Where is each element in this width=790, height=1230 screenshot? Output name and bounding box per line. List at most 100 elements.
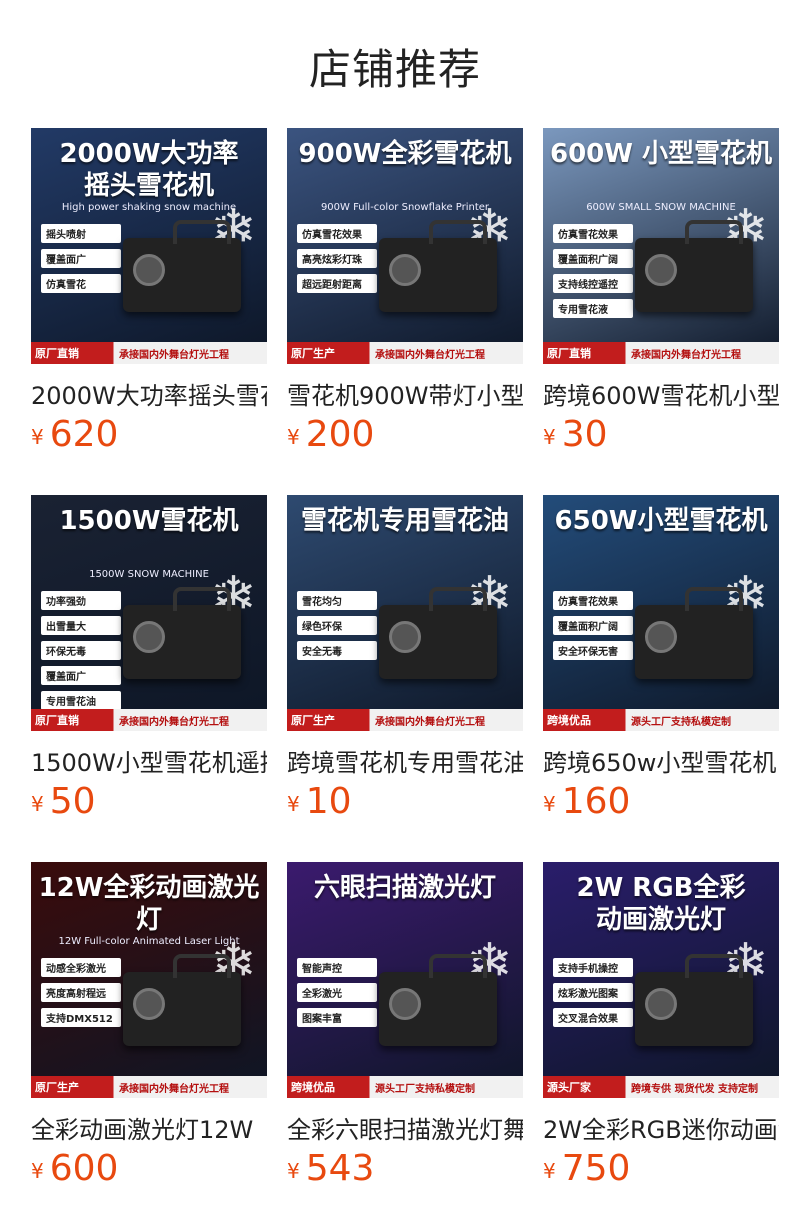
price-amount: 160 [561,781,631,822]
feature-tag: 安全无毒 [297,641,377,660]
product-price: ¥50 [31,781,267,822]
product-name[interactable]: 全彩动画激光灯12W [31,1110,267,1145]
promo-banner: 原厂生产 承接国内外舞台灯光工程 [287,709,523,731]
product-device-graphic [635,220,753,312]
product-device-graphic [635,587,753,679]
promo-banner: 跨境优品 源头工厂支持私模定制 [287,1076,523,1098]
currency-symbol: ¥ [543,792,556,816]
currency-symbol: ¥ [31,425,44,449]
banner-right-label: 承接国内外舞台灯光工程 [119,717,229,728]
image-headline: 1500W雪花机 [59,506,239,536]
currency-symbol: ¥ [31,1159,44,1183]
product-device-graphic [123,587,241,679]
currency-symbol: ¥ [543,425,556,449]
product-card[interactable]: 1500W雪花机 1500W SNOW MACHINE 功率强劲 出雪量大 环保无毒 覆盖… [31,495,267,835]
product-name[interactable]: 雪花机900W带灯小型 [287,376,523,411]
currency-symbol: ¥ [287,1159,300,1183]
price-amount: 750 [561,1148,631,1189]
banner-right-label: 承接国内外舞台灯光工程 [375,717,485,728]
product-image[interactable]: 1500W雪花机 1500W SNOW MACHINE 功率强劲 出雪量大 环保无毒 覆盖… [31,495,267,731]
feature-tag: 摇头喷射 [41,224,121,243]
product-name[interactable]: 2W全彩RGB迷你动画激光灯 [543,1110,779,1145]
price-amount: 200 [305,414,375,455]
banner-right-label: 源头工厂支持私模定制 [631,717,731,728]
currency-symbol: ¥ [287,792,300,816]
product-name[interactable]: 2000W大功率摇头雪花机 [31,376,267,411]
product-name[interactable]: 跨境650w小型雪花机 [543,743,779,778]
product-name[interactable]: 跨境600W雪花机小型 [543,376,779,411]
feature-tag: 图案丰富 [297,1008,377,1027]
product-price: ¥620 [31,414,267,455]
feature-tag: 环保无毒 [41,641,121,660]
product-card[interactable]: 雪花机专用雪花油 雪花均匀 绿色环保 安全无毒 ❄ 原厂生产 承接国内外舞台灯光工程 跨境雪花… [287,495,523,835]
feature-tags: 仿真雪花效果 覆盖面积广阔 安全环保无害 [553,591,633,666]
product-device-graphic [635,954,753,1046]
image-headline: 2000W大功率 摇头雪花机 [59,139,239,201]
product-price: ¥750 [543,1148,779,1189]
currency-symbol: ¥ [287,425,300,449]
promo-banner: 源头厂家 跨境专供 现货代发 支持定制 [543,1076,779,1098]
product-card[interactable]: 650W小型雪花机 仿真雪花效果 覆盖面积广阔 安全环保无害 ❄ 跨境优品 源头工厂支持私模… [543,495,779,835]
banner-left-label: 跨境优品 [547,714,591,727]
feature-tag: 雪花均匀 [297,591,377,610]
feature-tags: 仿真雪花效果 覆盖面积广阔 支持线控遥控 专用雪花液 [553,224,633,324]
product-card[interactable]: 900W全彩雪花机 900W Full-color Snowflake Print… [287,128,523,468]
product-price: ¥10 [287,781,523,822]
banner-left-label: 源头厂家 [547,1081,591,1094]
feature-tags: 仿真雪花效果 高亮炫彩灯珠 超远距射距离 [297,224,377,299]
promo-banner: 原厂生产 承接国内外舞台灯光工程 [287,342,523,364]
product-card[interactable]: 12W全彩动画激光灯 12W Full-color Animated Laser … [31,862,267,1202]
feature-tag: 支持DMX512 [41,1008,121,1027]
banner-left-label: 跨境优品 [291,1081,335,1094]
image-headline: 600W 小型雪花机 [549,139,772,169]
product-image[interactable]: 650W小型雪花机 仿真雪花效果 覆盖面积广阔 安全环保无害 ❄ 跨境优品 源头工厂支持私模… [543,495,779,731]
currency-symbol: ¥ [31,792,44,816]
feature-tag: 高亮炫彩灯珠 [297,249,377,268]
product-image[interactable]: 2W RGB全彩 动画激光灯 支持手机操控 炫彩激光图案 交叉混合效果 ❄ 源头厂家 跨境专… [543,862,779,1098]
feature-tags: 支持手机操控 炫彩激光图案 交叉混合效果 [553,958,633,1033]
image-headline: 2W RGB全彩 动画激光灯 [576,873,746,935]
banner-right-label: 跨境专供 现货代发 支持定制 [631,1084,758,1095]
product-card[interactable]: 600W 小型雪花机 600W SMALL SNOW MACHINE 仿真雪花效果覆… [543,128,779,468]
feature-tag: 超远距射距离 [297,274,377,293]
product-card[interactable]: 2W RGB全彩 动画激光灯 支持手机操控 炫彩激光图案 交叉混合效果 ❄ 源头厂家 跨境专… [543,862,779,1202]
product-image[interactable]: 600W 小型雪花机 600W SMALL SNOW MACHINE 仿真雪花效果覆… [543,128,779,364]
banner-right-label: 承接国内外舞台灯光工程 [119,350,229,361]
banner-left-label: 原厂直销 [547,347,591,360]
product-image[interactable]: 900W全彩雪花机 900W Full-color Snowflake Print… [287,128,523,364]
feature-tag: 功率强劲 [41,591,121,610]
feature-tag: 亮度高射程远 [41,983,121,1002]
product-card[interactable]: 2000W大功率 摇头雪花机 High power shaking snow ma… [31,128,267,468]
product-price: ¥30 [543,414,779,455]
promo-banner: 原厂直销 承接国内外舞台灯光工程 [31,709,267,731]
image-headline: 12W全彩动画激光灯 [38,873,260,935]
banner-left-label: 原厂生产 [291,714,335,727]
promo-banner: 原厂直销 承接国内外舞台灯光工程 [31,342,267,364]
product-device-graphic [379,587,497,679]
product-device-graphic [379,954,497,1046]
product-image[interactable]: 六眼扫描激光灯 智能声控 全彩激光 图案丰富 ❄ 跨境优品 源头工厂支持私模定制 [287,862,523,1098]
product-image[interactable]: 2000W大功率 摇头雪花机 High power shaking snow ma… [31,128,267,364]
product-card[interactable]: 六眼扫描激光灯 智能声控 全彩激光 图案丰富 ❄ 跨境优品 源头工厂支持私模定制全彩六眼扫描… [287,862,523,1202]
banner-left-label: 原厂生产 [291,347,335,360]
price-amount: 620 [49,414,119,455]
feature-tag: 仿真雪花效果 [553,224,633,243]
feature-tag: 仿真雪花效果 [553,591,633,610]
product-name[interactable]: 全彩六眼扫描激光灯舞台 [287,1110,523,1145]
product-image[interactable]: 雪花机专用雪花油 雪花均匀 绿色环保 安全无毒 ❄ 原厂生产 承接国内外舞台灯光工程 [287,495,523,731]
price-amount: 543 [305,1148,375,1189]
price-amount: 50 [49,781,96,822]
feature-tag: 智能声控 [297,958,377,977]
image-headline: 雪花机专用雪花油 [300,506,509,536]
product-image[interactable]: 12W全彩动画激光灯 12W Full-color Animated Laser … [31,862,267,1098]
page-title: 店铺推荐 [308,45,481,94]
feature-tag: 覆盖面广 [41,666,121,685]
product-name[interactable]: 跨境雪花机专用雪花油 [287,743,523,778]
feature-tags: 摇头喷射 覆盖面广 仿真雪花 [41,224,121,299]
feature-tags: 动感全彩激光 亮度高射程远 支持DMX512 [41,958,121,1033]
product-price: ¥543 [287,1148,523,1189]
banner-right-label: 承接国内外舞台灯光工程 [119,1084,229,1095]
product-price: ¥160 [543,781,779,822]
product-name[interactable]: 1500W小型雪花机遥控 [31,743,267,778]
feature-tag: 支持手机操控 [553,958,633,977]
